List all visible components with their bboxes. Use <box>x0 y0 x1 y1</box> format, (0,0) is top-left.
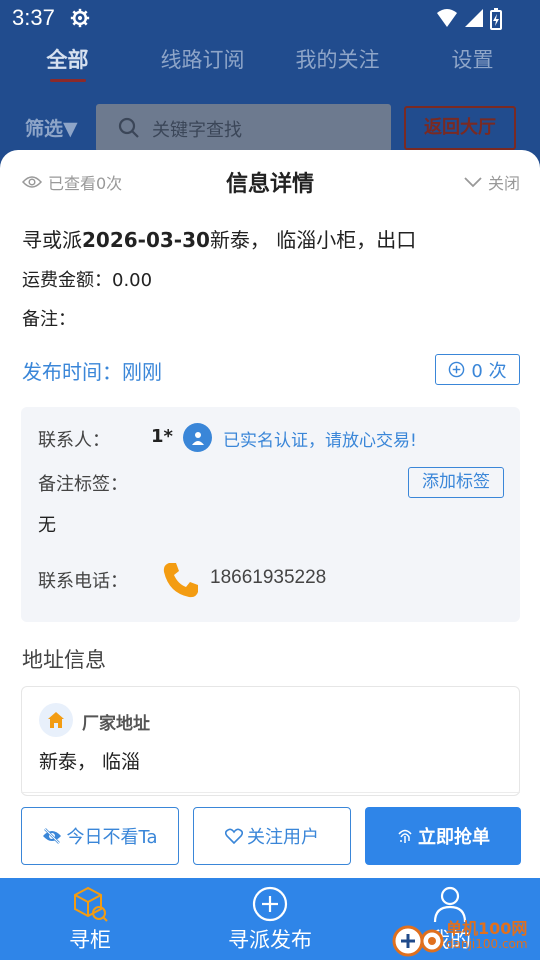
tab-route-subscription[interactable]: 线路订阅 <box>135 40 270 84</box>
signal-icon <box>465 9 483 27</box>
verified-text: 已实名认证，请放心交易! <box>223 431 417 451</box>
address-label: 厂家地址 <box>82 714 150 734</box>
gear-icon <box>70 8 90 28</box>
tag-value: 无 <box>38 515 56 536</box>
phone-label: 联系电话： <box>38 571 128 592</box>
nav-find-container[interactable]: 寻柜 <box>0 878 180 960</box>
watermark-text: 单机100网 <box>446 919 528 938</box>
status-bar: 3:37 <box>0 0 540 38</box>
route-suffix: 新泰， 临淄小柜，出口 <box>209 228 417 252</box>
verified-user-icon <box>183 423 212 452</box>
search-input[interactable]: 关键字查找 <box>96 104 391 152</box>
wifi-icon <box>437 9 457 27</box>
add-tag-button[interactable]: 添加标签 <box>408 467 504 498</box>
contact-name-label: 联系人： <box>38 430 110 451</box>
publish-time: 发布时间：刚刚 <box>22 360 162 384</box>
count-label: 0 次 <box>471 360 507 382</box>
back-to-hall-button[interactable]: 返回大厅 <box>404 106 516 150</box>
freight-amount: 运费金额：0.00 <box>22 270 153 291</box>
address-value: 新泰， 临淄 <box>39 751 141 773</box>
address-section-title: 地址信息 <box>22 648 106 672</box>
grab-order-label: 立即抢单 <box>418 827 490 848</box>
follow-user-label: 关注用户 <box>247 827 319 848</box>
status-time: 3:37 <box>12 5 55 30</box>
watermark-logo-icon <box>392 925 444 957</box>
route-summary: 寻或派2026-03-30新泰， 临淄小柜，出口 <box>22 224 416 253</box>
chevron-down-icon <box>464 177 482 188</box>
address-card: 厂家地址 新泰， 临淄 <box>21 686 520 796</box>
filter-dropdown[interactable]: 筛选▼ <box>25 114 78 141</box>
divider <box>21 792 520 793</box>
home-icon <box>39 703 73 737</box>
hide-today-label: 今日不看Ta <box>66 827 158 848</box>
top-tabs: 全部 线路订阅 我的关注 设置 <box>0 40 540 84</box>
phone-number[interactable]: 18661935228 <box>210 567 326 589</box>
battery-icon <box>490 8 502 30</box>
watermark-sub: danji100.com <box>446 937 528 951</box>
route-prefix: 寻或派 <box>22 228 82 252</box>
nav-publish[interactable]: 寻派发布 <box>180 878 360 960</box>
eye-off-icon <box>43 828 62 844</box>
close-button[interactable]: 关闭 <box>464 170 520 194</box>
hide-today-button[interactable]: 今日不看Ta <box>21 807 179 865</box>
phone-icon[interactable] <box>161 560 201 600</box>
sheet-header: 已查看0次 信息详情 关闭 <box>0 150 540 210</box>
remark: 备注： <box>22 309 76 330</box>
heart-icon <box>225 828 243 844</box>
count-button[interactable]: 0 次 <box>435 354 520 385</box>
search-placeholder: 关键字查找 <box>152 120 242 141</box>
contact-card: 联系人： 1* 已实名认证，请放心交易! 备注标签： 添加标签 无 联系电话： … <box>21 407 520 622</box>
tab-my-follows[interactable]: 我的关注 <box>270 40 405 84</box>
grab-order-button[interactable]: 立即抢单 <box>365 807 521 865</box>
search-icon <box>118 117 139 138</box>
plus-circle-icon <box>449 361 465 378</box>
plus-circle-icon <box>252 886 288 922</box>
close-label: 关闭 <box>487 174 520 193</box>
detail-sheet: 已查看0次 信息详情 关闭 寻或派2026-03-30新泰， 临淄小柜，出口 运… <box>0 150 540 878</box>
nav-publish-label: 寻派发布 <box>228 928 312 952</box>
tab-all[interactable]: 全部 <box>0 40 135 84</box>
fingerprint-icon <box>398 829 412 843</box>
action-bar: 今日不看Ta 关注用户 立即抢单 <box>0 807 540 865</box>
filter-row: 筛选▼ 关键字查找 返回大厅 <box>0 104 540 152</box>
route-date: 2026-03-30 <box>82 228 210 252</box>
sheet-title: 信息详情 <box>225 172 314 197</box>
site-watermark: 单机100网 danji100.com <box>390 915 540 960</box>
box-search-icon <box>74 886 108 922</box>
nav-find-container-label: 寻柜 <box>69 928 111 952</box>
tab-settings[interactable]: 设置 <box>405 40 540 84</box>
tag-label: 备注标签： <box>38 474 128 495</box>
contact-name: 1* <box>151 426 173 447</box>
follow-user-button[interactable]: 关注用户 <box>193 807 351 865</box>
